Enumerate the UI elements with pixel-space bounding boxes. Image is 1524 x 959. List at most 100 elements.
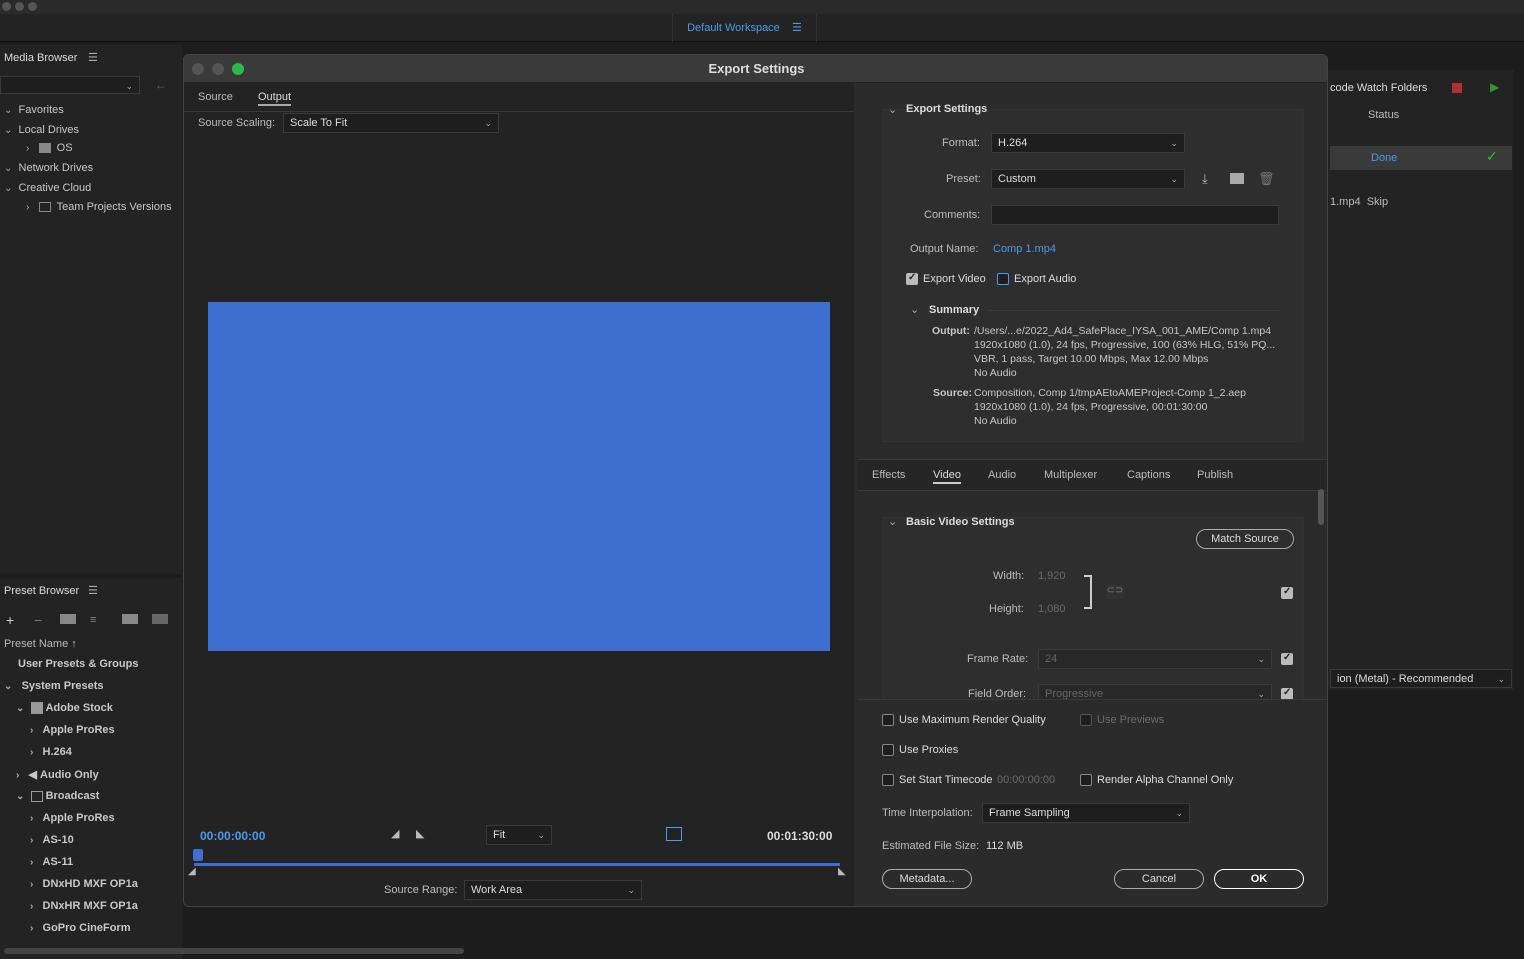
zoom-select[interactable]: Fit ⌄ bbox=[486, 825, 552, 845]
user-presets[interactable]: User Presets & Groups bbox=[18, 658, 138, 670]
tab-video[interactable]: Video bbox=[933, 469, 961, 484]
preset-gopro[interactable]: › GoPro CineForm bbox=[30, 922, 131, 934]
import-icon[interactable] bbox=[122, 614, 138, 624]
tree-os[interactable]: › OS bbox=[26, 142, 73, 154]
aspect-icon[interactable] bbox=[666, 827, 682, 841]
preset-audio-only[interactable]: › ◀ Audio Only bbox=[16, 768, 99, 781]
media-location-select[interactable]: ⌄ bbox=[0, 76, 140, 94]
tab-multiplexer[interactable]: Multiplexer bbox=[1044, 469, 1097, 481]
summary-header: Summary bbox=[929, 304, 980, 316]
settings-pane: ⌄ Export Settings Format: H.264 ⌄ Preset:… bbox=[858, 83, 1327, 906]
play-icon[interactable]: ▶ bbox=[1490, 80, 1499, 94]
timeline-track[interactable] bbox=[194, 863, 840, 866]
export-video-checkbox[interactable] bbox=[906, 272, 918, 285]
preset-as11[interactable]: › AS-11 bbox=[30, 856, 73, 868]
menu-icon[interactable]: ☰ bbox=[792, 22, 802, 34]
width-height-match-checkbox[interactable] bbox=[1281, 586, 1293, 599]
preset-dnxhd[interactable]: › DNxHD MXF OP1a bbox=[30, 878, 138, 890]
add-preset-icon[interactable]: + bbox=[6, 612, 14, 628]
dialog-close-button[interactable] bbox=[192, 63, 204, 75]
start-timecode-checkbox[interactable] bbox=[882, 774, 894, 786]
workspace-tab[interactable]: Default Workspace ☰ bbox=[672, 14, 817, 42]
preset-h264[interactable]: › H.264 bbox=[30, 746, 72, 758]
time-interp-select[interactable]: Frame Sampling ⌄ bbox=[982, 803, 1190, 823]
watch-folders-title: code Watch Folders bbox=[1330, 82, 1428, 94]
preset-bc-prores[interactable]: › Apple ProRes bbox=[30, 812, 115, 824]
preset-apple-prores[interactable]: › Apple ProRes bbox=[30, 724, 115, 736]
chain-link-icon[interactable]: ⊂⊃ bbox=[1106, 585, 1124, 599]
panel-menu-icon[interactable]: ☰ bbox=[88, 584, 98, 597]
column-preset-name[interactable]: Preset Name ↑ bbox=[4, 638, 77, 650]
tree-local-drives[interactable]: ⌄ Local Drives bbox=[4, 124, 79, 136]
mark-in-icon[interactable]: ◢ bbox=[391, 827, 399, 840]
title-bar bbox=[0, 0, 1524, 14]
frame-rate-select[interactable]: 24 ⌄ bbox=[1038, 649, 1272, 669]
chevron-down-icon[interactable]: ⌄ bbox=[888, 103, 897, 116]
stop-icon[interactable] bbox=[1452, 83, 1462, 93]
start-timecode-value[interactable]: 00:00:00:00 bbox=[997, 774, 1055, 786]
tree-creative-cloud[interactable]: ⌄ Creative Cloud bbox=[4, 182, 91, 194]
group-icon[interactable] bbox=[60, 614, 76, 624]
tab-output[interactable]: Output bbox=[258, 91, 292, 106]
chevron-down-icon[interactable]: ⌄ bbox=[910, 303, 919, 316]
settings-icon[interactable]: ≡ bbox=[90, 614, 96, 626]
use-previews-label: Use Previews bbox=[1097, 714, 1165, 726]
close-dot[interactable] bbox=[2, 2, 11, 11]
mark-out-icon[interactable]: ◣ bbox=[416, 827, 424, 840]
format-select[interactable]: H.264 ⌄ bbox=[991, 133, 1185, 153]
tree-favorites[interactable]: ⌄ Favorites bbox=[4, 104, 64, 116]
export-audio-checkbox[interactable] bbox=[997, 273, 1009, 285]
system-presets[interactable]: ⌄ System Presets bbox=[4, 680, 104, 692]
frame-rate-match-checkbox[interactable] bbox=[1281, 652, 1293, 665]
metadata-button[interactable]: Metadata... bbox=[882, 869, 972, 889]
match-source-button[interactable]: Match Source bbox=[1196, 529, 1294, 549]
import-preset-icon[interactable] bbox=[1230, 173, 1244, 184]
horizontal-scrollbar[interactable] bbox=[4, 948, 464, 954]
queue-row[interactable]: 1.mp4 Skip bbox=[1330, 196, 1388, 208]
tree-team-projects[interactable]: › Team Projects Versions bbox=[26, 201, 172, 213]
ok-button[interactable]: OK bbox=[1214, 869, 1304, 889]
export-icon[interactable] bbox=[152, 614, 168, 624]
minimize-dot[interactable] bbox=[15, 2, 24, 11]
trash-icon[interactable]: 🗑 bbox=[1258, 171, 1275, 187]
playhead[interactable] bbox=[193, 849, 203, 861]
source-scaling-select[interactable]: Scale To Fit ⌄ bbox=[283, 113, 499, 133]
comments-input[interactable] bbox=[991, 205, 1279, 225]
tab-audio[interactable]: Audio bbox=[988, 469, 1016, 481]
width-value[interactable]: 1,920 bbox=[1038, 570, 1066, 582]
preset-dnxhr[interactable]: › DNxHR MXF OP1a bbox=[30, 900, 138, 912]
use-previews-checkbox[interactable] bbox=[1080, 714, 1092, 726]
cancel-button[interactable]: Cancel bbox=[1114, 869, 1204, 889]
max-render-checkbox[interactable] bbox=[882, 714, 894, 726]
remove-preset-icon[interactable]: − bbox=[34, 612, 42, 628]
timecode-start[interactable]: 00:00:00:00 bbox=[200, 829, 265, 843]
vertical-scrollbar[interactable] bbox=[1318, 489, 1324, 525]
height-value[interactable]: 1,080 bbox=[1038, 603, 1066, 615]
output-name-link[interactable]: Comp 1.mp4 bbox=[993, 243, 1056, 255]
out-point-icon[interactable]: ◣ bbox=[838, 866, 846, 877]
use-proxies-checkbox[interactable] bbox=[882, 744, 894, 756]
tree-network-drives[interactable]: ⌄ Network Drives bbox=[4, 162, 93, 174]
zoom-dot[interactable] bbox=[28, 2, 37, 11]
source-range-select[interactable]: Work Area ⌄ bbox=[464, 880, 642, 900]
tab-publish[interactable]: Publish bbox=[1197, 469, 1233, 481]
preset-as10[interactable]: › AS-10 bbox=[30, 834, 74, 846]
save-preset-icon[interactable]: ⤓ bbox=[1202, 171, 1208, 187]
in-point-icon[interactable]: ◢ bbox=[188, 866, 196, 877]
tab-effects[interactable]: Effects bbox=[872, 469, 905, 481]
tab-captions[interactable]: Captions bbox=[1127, 469, 1170, 481]
panel-menu-icon[interactable]: ☰ bbox=[88, 51, 98, 64]
file-size-label: Estimated File Size: bbox=[882, 840, 980, 852]
checkmark-icon: ✓ bbox=[1486, 148, 1498, 164]
dialog-zoom-button[interactable] bbox=[232, 63, 244, 75]
preset-broadcast[interactable]: ⌄ Broadcast bbox=[16, 790, 99, 802]
chevron-down-icon[interactable]: ⌄ bbox=[888, 515, 897, 528]
queue-row-selected[interactable] bbox=[1330, 146, 1512, 170]
preset-adobe-stock[interactable]: ⌄ Adobe Stock bbox=[16, 702, 113, 715]
renderer-select[interactable]: ion (Metal) - Recommended ⌄ bbox=[1330, 669, 1512, 688]
dialog-minimize-button[interactable] bbox=[212, 63, 224, 75]
tab-source[interactable]: Source bbox=[198, 91, 233, 103]
alpha-only-checkbox[interactable] bbox=[1080, 774, 1092, 786]
back-arrow-icon[interactable]: ← bbox=[155, 78, 167, 92]
preset-select[interactable]: Custom ⌄ bbox=[991, 169, 1185, 189]
